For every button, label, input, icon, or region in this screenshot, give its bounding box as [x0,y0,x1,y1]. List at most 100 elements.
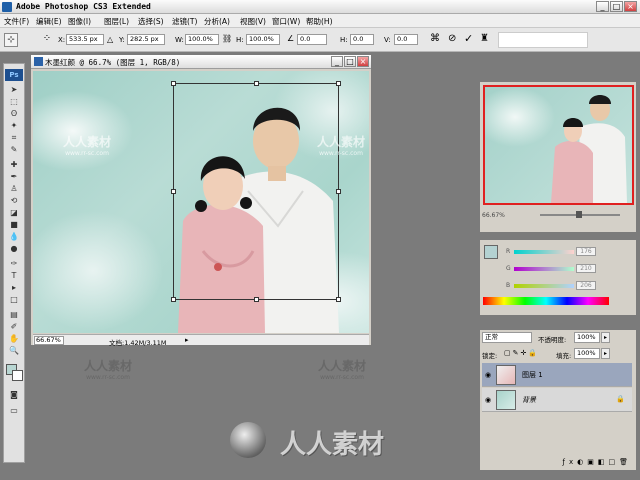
opacity-field[interactable]: 100% [574,332,600,343]
menu-select[interactable]: 选择(S) [138,16,164,27]
horizontal-skew-field[interactable]: 0.0 [350,34,374,45]
red-slider[interactable] [514,250,574,254]
transform-handle-ml[interactable] [171,189,176,194]
transform-tool-icon[interactable]: ⊹ [4,33,18,47]
menu-view[interactable]: 视图(V) [240,16,266,27]
layer-row-1[interactable]: ◉ 图层 1 [482,363,632,387]
color-panel-foreground-swatch[interactable] [484,245,498,259]
fill-field[interactable]: 100% [574,348,600,359]
eraser-tool-icon[interactable]: ◪ [8,208,20,218]
layer-visibility-eye-icon[interactable]: ◉ [485,396,491,404]
y-position-field[interactable]: 282.5 px [127,34,165,45]
transform-handle-bl[interactable] [171,297,176,302]
crop-tool-icon[interactable]: ⌗ [8,133,20,143]
workspace-icon[interactable]: ♜ [480,33,489,44]
x-label: X: [58,36,66,44]
transform-bounding-box[interactable] [173,83,339,300]
opacity-arrow-icon[interactable]: ▸ [601,332,610,343]
transform-handle-bm[interactable] [254,297,259,302]
menu-analysis[interactable]: 分析(A) [204,16,230,27]
move-tool-icon[interactable]: ➤ [8,85,20,95]
lasso-tool-icon[interactable]: ʘ [8,109,20,119]
navigator-panel: 66.67% [480,82,636,232]
lock-options-icon[interactable]: ▢✎✛🔒 [504,349,539,357]
minimize-button[interactable]: _ [596,1,609,12]
layer-row-background[interactable]: ◉ 背景 🔒 [482,388,632,412]
menu-file[interactable]: 文件(F) [4,16,29,27]
path-selection-icon[interactable]: ▸ [8,283,20,293]
shape-tool-icon[interactable]: □ [8,295,20,305]
doc-minimize-button[interactable]: _ [331,56,343,67]
title-bar: Adobe Photoshop CS3 Extended _ □ × [0,0,640,14]
gradient-tool-icon[interactable]: ■ [8,220,20,230]
reference-point-icon[interactable]: ⁘ [40,33,54,47]
blue-value[interactable]: 206 [576,281,596,290]
commit-transform-icon[interactable]: ✓ [464,32,473,45]
image-canvas[interactable]: 人人素材 www.rr-sc.com 人人素材 www.rr-sc.com [33,71,369,333]
layers-bottom-toolbar[interactable]: ƒx◐▣◧□🗑 [482,458,632,468]
opacity-label: 不透明度: [538,336,567,344]
height-field[interactable]: 100.0% [246,34,280,45]
marquee-tool-icon[interactable]: ⬚ [8,97,20,107]
red-value[interactable]: 176 [576,247,596,256]
layer-name[interactable]: 图层 1 [522,370,543,380]
healing-brush-icon[interactable]: ✚ [8,160,20,170]
menu-help[interactable]: 帮助(H) [306,16,333,27]
g-label: G [506,265,511,272]
blend-mode-select[interactable]: 正常 [482,332,532,343]
doc-close-button[interactable]: × [357,56,369,67]
fill-arrow-icon[interactable]: ▸ [601,348,610,359]
status-menu-arrow-icon[interactable]: ▸ [185,336,189,344]
dodge-tool-icon[interactable]: ● [8,244,20,254]
blur-tool-icon[interactable]: 💧 [8,232,20,242]
document-title-bar[interactable]: 木墨红颜 @ 66.7% (图层 1, RGB/8) _ □ × [31,55,371,69]
navigator-slider-thumb[interactable] [576,211,582,218]
notes-tool-icon[interactable]: ▤ [8,310,20,320]
maximize-button[interactable]: □ [610,1,623,12]
document-title: 木墨红颜 @ 66.7% (图层 1, RGB/8) [45,58,181,67]
zoom-tool-icon[interactable]: 🔍 [8,346,20,356]
close-button[interactable]: × [624,1,637,12]
green-slider[interactable] [514,267,574,271]
menu-edit[interactable]: 编辑(E) [36,16,62,27]
quick-mask-icon[interactable]: ◙ [8,390,20,400]
color-spectrum-bar[interactable] [483,297,609,305]
menu-image[interactable]: 图像(I) [68,16,91,27]
pen-tool-icon[interactable]: ✑ [8,259,20,269]
magic-wand-icon[interactable]: ✦ [8,121,20,131]
navigator-preview[interactable] [483,85,634,205]
x-position-field[interactable]: 533.5 px [66,34,104,45]
screen-mode-icon[interactable]: ▭ [8,406,20,416]
history-brush-icon[interactable]: ⟲ [8,196,20,206]
background-color-swatch[interactable] [12,370,23,381]
layer-name[interactable]: 背景 [522,395,536,405]
rotation-field[interactable]: 0.0 [297,34,327,45]
layer-visibility-eye-icon[interactable]: ◉ [485,371,491,379]
hand-tool-icon[interactable]: ✋ [8,334,20,344]
doc-size-info: 文档:1.42M/3.11M [109,339,167,347]
clone-stamp-icon[interactable]: ♙ [8,184,20,194]
brush-tool-icon[interactable]: ✒ [8,172,20,182]
chain-icon[interactable]: ⛓ [222,34,232,43]
doc-maximize-button[interactable]: □ [344,56,356,67]
doc-zoom-field[interactable]: 66.67% [34,336,64,345]
transform-handle-tr[interactable] [336,81,341,86]
eyedropper-icon[interactable]: ✐ [8,322,20,332]
link-icon[interactable]: △ [107,35,113,44]
blue-slider[interactable] [514,284,574,288]
vertical-skew-field[interactable]: 0.0 [394,34,418,45]
width-field[interactable]: 100.0% [185,34,219,45]
search-box[interactable] [498,32,588,48]
warp-mode-icon[interactable]: ⌘ [430,33,440,44]
slice-tool-icon[interactable]: ✎ [8,145,20,155]
transform-handle-br[interactable] [336,297,341,302]
type-tool-icon[interactable]: T [8,271,20,281]
menu-window[interactable]: 窗口(W) [272,16,300,27]
transform-handle-tl[interactable] [171,81,176,86]
menu-filter[interactable]: 滤镜(T) [172,16,197,27]
green-value[interactable]: 210 [576,264,596,273]
cancel-transform-icon[interactable]: ⊘ [448,33,456,44]
menu-layer[interactable]: 图层(L) [104,16,129,27]
transform-handle-tm[interactable] [254,81,259,86]
transform-handle-mr[interactable] [336,189,341,194]
